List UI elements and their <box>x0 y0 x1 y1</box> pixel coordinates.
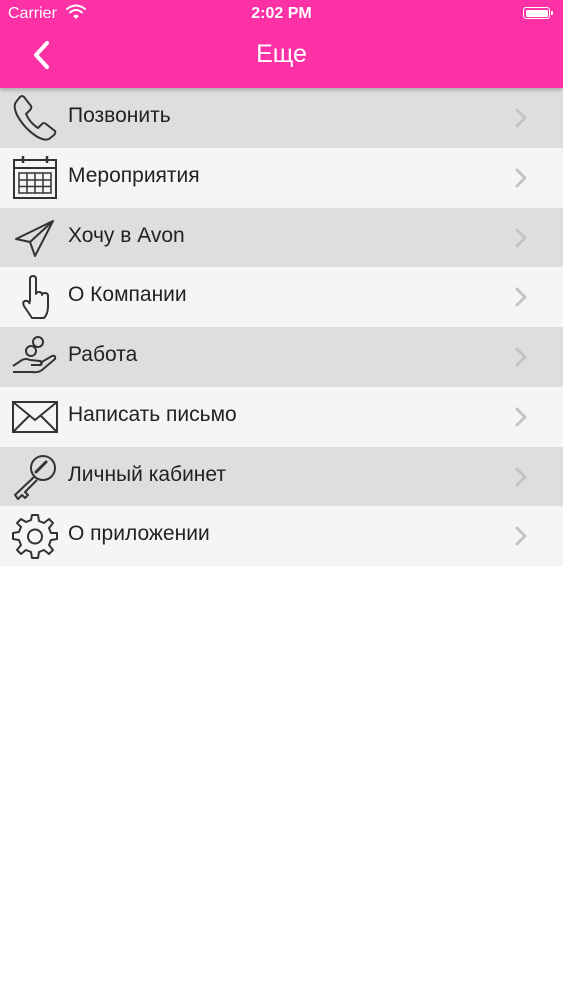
battery-icon <box>523 7 553 19</box>
chevron-right-icon <box>515 407 527 427</box>
menu-item-label: О Компании <box>68 283 187 307</box>
menu-item-about-company[interactable]: О Компании <box>0 267 563 327</box>
menu-item-personal-account[interactable]: Личный кабинет <box>0 446 563 507</box>
menu-item-label: Написать письмо <box>68 402 237 426</box>
menu-item-label: Мероприятия <box>68 163 200 187</box>
hand-coins-icon <box>12 336 57 374</box>
menu-item-label: Личный кабинет <box>68 462 226 486</box>
clock: 2:02 PM <box>251 5 312 22</box>
menu-item-work[interactable]: Работа <box>0 327 563 387</box>
chevron-right-icon <box>515 526 527 546</box>
menu-item-label: Позвонить <box>68 104 171 127</box>
chevron-right-icon <box>515 467 527 486</box>
calendar-icon <box>13 155 57 199</box>
menu-item-label: Хочу в Avon <box>68 223 185 247</box>
phone-icon <box>13 95 57 141</box>
chevron-right-icon <box>515 287 527 307</box>
menu-item-events[interactable]: Мероприятия <box>0 147 563 208</box>
chevron-right-icon <box>515 347 527 367</box>
hand-pointer-icon <box>22 275 49 320</box>
menu-item-label: О приложении <box>68 522 210 546</box>
menu-list: Позвонить Мероприятия Хочу в Avon О Комп… <box>0 88 563 566</box>
menu-item-label: Работа <box>68 343 138 366</box>
menu-item-call[interactable]: Позвонить <box>0 88 563 148</box>
chevron-right-icon <box>515 228 527 247</box>
chevron-right-icon <box>515 168 527 188</box>
status-bar: Carrier 2:02 PM <box>0 0 563 30</box>
navigation-bar: Carrier 2:02 PM Еще <box>0 0 563 88</box>
menu-item-about-app[interactable]: О приложении <box>0 506 563 566</box>
page-title: Еще <box>256 40 307 68</box>
menu-item-join-avon[interactable]: Хочу в Avon <box>0 207 563 268</box>
chevron-right-icon <box>515 108 527 128</box>
key-icon <box>14 454 56 500</box>
paper-plane-icon <box>15 219 54 257</box>
envelope-icon <box>12 400 58 433</box>
gear-icon <box>12 514 58 560</box>
menu-item-write-letter[interactable]: Написать письмо <box>0 386 563 447</box>
